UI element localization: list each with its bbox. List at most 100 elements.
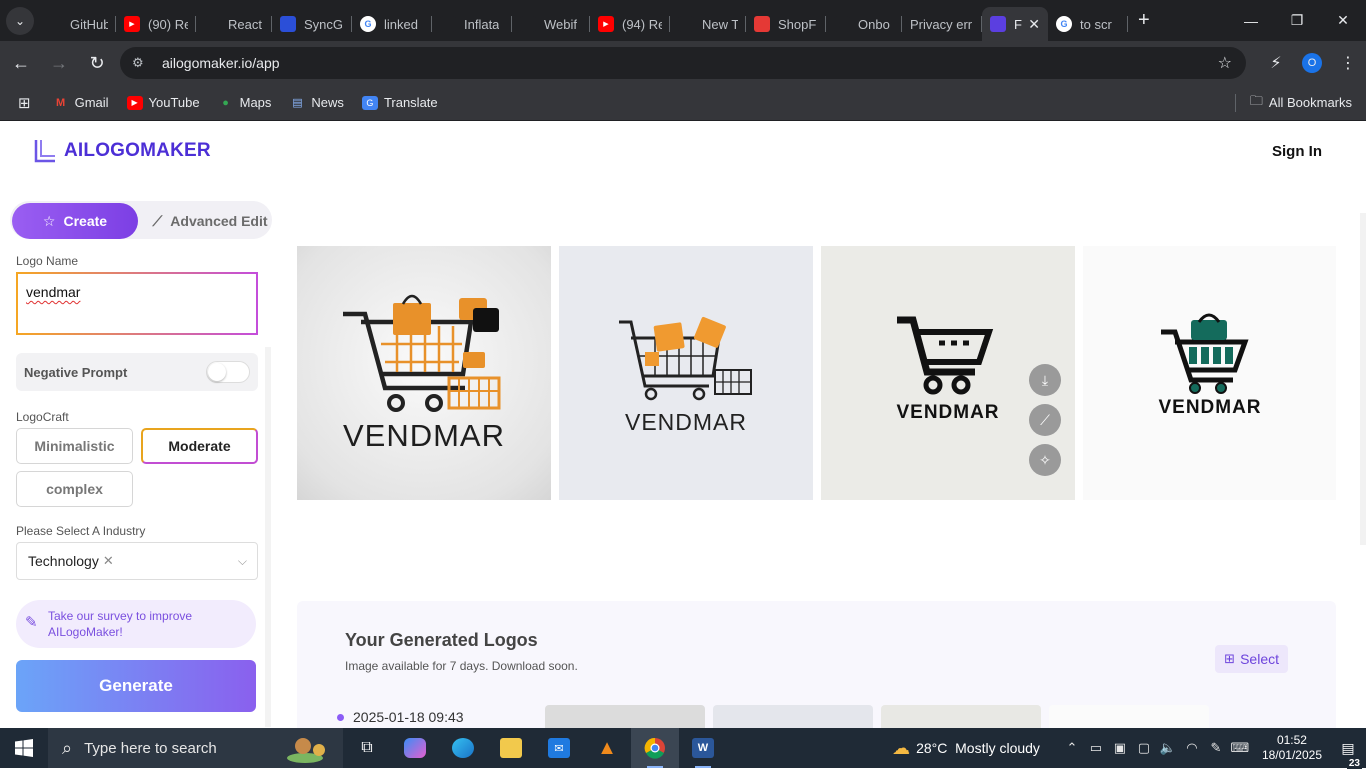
bookmark-gmail[interactable]: M Gmail (53, 95, 109, 110)
youtube-icon: ▶ (124, 16, 140, 32)
browser-tab[interactable]: ▶ (90) Re (116, 7, 196, 41)
mode-tabs: ☆ Create ⟋ Advanced Edit (10, 201, 272, 239)
logo-result-card-4[interactable]: VENDMAR (1083, 246, 1336, 500)
site-info-icon[interactable]: ⚙ (132, 55, 152, 71)
battery-icon[interactable]: ▭ (1084, 740, 1108, 756)
generated-thumbnail[interactable] (545, 705, 705, 728)
all-bookmarks[interactable]: 🗀 All Bookmarks (1234, 92, 1352, 114)
new-tab-button[interactable]: + (1138, 9, 1150, 32)
logo-result-card-1[interactable]: VENDMAR (297, 246, 551, 500)
generated-thumbnail[interactable] (1049, 705, 1209, 728)
chrome-icon (644, 737, 665, 759)
start-button[interactable] (0, 728, 48, 768)
discord-icon (440, 16, 456, 32)
sign-in-link[interactable]: Sign In (1272, 143, 1322, 160)
notification-center[interactable]: ▤ 23 (1330, 740, 1366, 769)
news-icon: ▤ (292, 97, 303, 109)
meet-icon[interactable]: ▣ (1108, 740, 1132, 756)
logo-name-input[interactable]: vendmar (16, 272, 258, 335)
word-icon[interactable]: W (679, 728, 727, 768)
bookmark-youtube[interactable]: ▶ YouTube (126, 95, 200, 110)
browser-tab[interactable]: React (196, 7, 272, 41)
clock[interactable]: 01:52 18/01/2025 (1262, 733, 1322, 763)
browser-tab[interactable]: GitHub (38, 7, 116, 41)
negative-prompt-row: Negative Prompt (16, 353, 258, 391)
clear-industry-icon[interactable]: ✕ (103, 553, 114, 569)
generated-thumbnail[interactable] (881, 705, 1041, 728)
cart-logo-image: VENDMAR (1158, 313, 1261, 418)
select-button[interactable]: ⊞ Select (1215, 645, 1288, 673)
craft-moderate-button[interactable]: Moderate (141, 428, 258, 464)
profile-avatar[interactable]: O (1302, 53, 1322, 73)
back-button[interactable]: ← (4, 46, 38, 80)
minimize-button[interactable]: — (1228, 0, 1274, 41)
magic-wand-icon[interactable]: ⟋ (1029, 404, 1061, 436)
apps-grid-icon[interactable]: ⊞ (18, 94, 31, 112)
craft-minimalistic-button[interactable]: Minimalistic (16, 428, 133, 464)
close-tab-icon[interactable]: ✕ (1028, 16, 1040, 33)
volume-icon[interactable]: 🔈 (1156, 740, 1180, 756)
close-window-button[interactable]: ✕ (1320, 0, 1366, 41)
maximize-button[interactable]: ❐ (1274, 0, 1320, 41)
bookmark-star-icon[interactable]: ☆ (1218, 53, 1232, 73)
weather-widget[interactable]: ☁ 28°C Mostly cloudy (892, 738, 1040, 759)
extensions-icon[interactable]: ⚡ (1258, 53, 1294, 73)
chevron-up-icon[interactable]: ⌃ (1060, 740, 1084, 756)
browser-tab[interactable]: Privacy err (902, 7, 982, 41)
svg-text:VENDMAR: VENDMAR (343, 418, 505, 453)
logo-result-card-3[interactable]: VENDMAR ⤓ ⟋ ✧ (821, 246, 1075, 500)
browser-tab[interactable]: Glinked (352, 7, 432, 41)
window-controls: — ❐ ✕ (1228, 0, 1366, 41)
bookmark-news[interactable]: ▤ News (289, 95, 344, 110)
tab-advanced-edit[interactable]: ⟋ Advanced Edit (148, 203, 272, 239)
negative-prompt-toggle[interactable] (206, 361, 250, 383)
industry-select[interactable]: Technology ✕ ⌵ (16, 542, 258, 580)
card-actions: ⤓ ⟋ ✧ (1029, 364, 1061, 484)
address-bar[interactable]: ⚙ ailogomaker.io/app ☆ (120, 47, 1246, 79)
download-icon[interactable]: ⤓ (1029, 364, 1061, 396)
brand-logo[interactable]: AILOGOMAKER (34, 139, 211, 163)
browser-tab[interactable]: SyncG (272, 7, 352, 41)
google-icon: G (360, 16, 376, 32)
survey-banner[interactable]: ✎ Take our survey to improve AILogoMaker… (16, 600, 256, 648)
cart-logo-image: VENDMAR (343, 294, 505, 453)
keyboard-icon[interactable]: ⌨ (1228, 740, 1252, 756)
wifi-icon[interactable]: ◠ (1180, 740, 1204, 756)
copilot-icon[interactable] (391, 728, 439, 768)
edge-icon[interactable] (439, 728, 487, 768)
menu-icon[interactable]: ⋮ (1330, 53, 1366, 73)
bookmark-translate[interactable]: G Translate (361, 95, 438, 110)
main-scrollbar[interactable] (1360, 213, 1366, 545)
file-explorer-icon[interactable] (487, 728, 535, 768)
browser-tab[interactable]: Fr✕ (982, 7, 1048, 41)
craft-complex-button[interactable]: complex (16, 471, 133, 507)
browser-tab[interactable]: New T (670, 7, 746, 41)
browser-tab[interactable]: Webif (512, 7, 590, 41)
chrome-taskbar-icon[interactable] (631, 728, 679, 768)
google-icon: G (1056, 16, 1072, 32)
generate-button[interactable]: Generate (16, 660, 256, 712)
tab-search-button[interactable]: ⌄ (6, 6, 34, 35)
reload-button[interactable]: ↻ (80, 46, 114, 80)
mail-icon[interactable]: ✉ (535, 728, 583, 768)
browser-tab[interactable]: Gto scr (1048, 7, 1128, 41)
logo-result-card-2[interactable]: VENDMAR (559, 246, 813, 500)
taskbar-search[interactable]: ⌕ Type here to search (48, 728, 343, 768)
logo-name-label: Logo Name (16, 254, 79, 268)
generated-thumbnail[interactable] (713, 705, 873, 728)
browser-tab[interactable]: Inflata (432, 7, 512, 41)
enhance-icon[interactable]: ✧ (1029, 444, 1061, 476)
browser-tab[interactable]: ▶ (94) Re (590, 7, 670, 41)
browser-tab[interactable]: ShopF (746, 7, 826, 41)
bookmark-maps[interactable]: ● Maps (218, 95, 271, 110)
github-icon (46, 16, 62, 32)
tab-strip: ⌄ GitHub ▶ (90) Re React SyncG Glinked Inflata… (0, 0, 1366, 41)
pen-icon[interactable]: ✎ (1204, 740, 1228, 756)
display-icon[interactable]: ▢ (1132, 740, 1156, 756)
sidebar-scrollbar[interactable] (265, 347, 271, 727)
task-view-icon[interactable]: ⧉ (343, 728, 391, 768)
browser-tab[interactable]: Onbo (826, 7, 902, 41)
forward-button[interactable]: → (42, 46, 76, 80)
tab-create[interactable]: ☆ Create (12, 203, 138, 239)
vlc-icon[interactable]: ▲ (583, 728, 631, 768)
